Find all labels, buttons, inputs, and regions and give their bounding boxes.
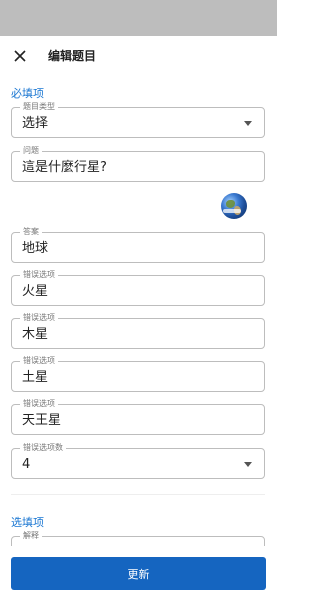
wrong-option-field-2[interactable]: 错误选项 木星: [11, 313, 265, 349]
wrong-option-count-value: 4: [22, 457, 31, 472]
required-section-title: 必填项: [11, 87, 44, 100]
page-title: 编辑题目: [48, 49, 97, 63]
wrong-option-label: 错误选项: [20, 313, 58, 323]
question-label: 问题: [20, 146, 42, 156]
dropdown-arrow-icon: [244, 462, 252, 467]
optional-section-title: 选填项: [11, 516, 44, 529]
question-type-value: 选择: [22, 116, 49, 131]
wrong-option-count-dropdown[interactable]: 错误选项数 4: [11, 443, 265, 479]
wrong-option-label: 错误选项: [20, 399, 58, 409]
question-type-label: 题目类型: [20, 102, 58, 112]
question-field[interactable]: 问题 這是什麼行星?: [11, 146, 265, 182]
earth-image[interactable]: [221, 193, 247, 219]
section-divider: [11, 494, 265, 495]
wrong-option-value: 木星: [22, 327, 49, 342]
wrong-option-value: 火星: [22, 284, 49, 299]
app-bar: 编辑题目: [0, 36, 277, 76]
dropdown-arrow-icon: [244, 121, 252, 126]
wrong-option-field-4[interactable]: 错误选项 天王星: [11, 399, 265, 435]
wrong-option-count-label: 错误选项数: [20, 443, 66, 453]
explanation-label: 解释: [20, 531, 42, 541]
answer-field[interactable]: 答案 地球: [11, 227, 265, 263]
wrong-option-field-3[interactable]: 错误选项 土星: [11, 356, 265, 392]
wrong-option-label: 错误选项: [20, 356, 58, 366]
wrong-option-label: 错误选项: [20, 270, 58, 280]
status-bar: [0, 0, 277, 36]
wrong-option-value: 天王星: [22, 413, 62, 428]
question-value: 這是什麼行星?: [22, 160, 107, 175]
wrong-option-field-1[interactable]: 错误选项 火星: [11, 270, 265, 306]
close-button[interactable]: [8, 44, 32, 68]
question-type-dropdown[interactable]: 题目类型 选择: [11, 102, 265, 138]
answer-value: 地球: [22, 241, 49, 256]
footer-bar: 更新: [0, 546, 277, 600]
close-icon: [14, 50, 26, 62]
update-button[interactable]: 更新: [11, 557, 266, 590]
answer-label: 答案: [20, 227, 42, 237]
wrong-option-value: 土星: [22, 370, 49, 385]
